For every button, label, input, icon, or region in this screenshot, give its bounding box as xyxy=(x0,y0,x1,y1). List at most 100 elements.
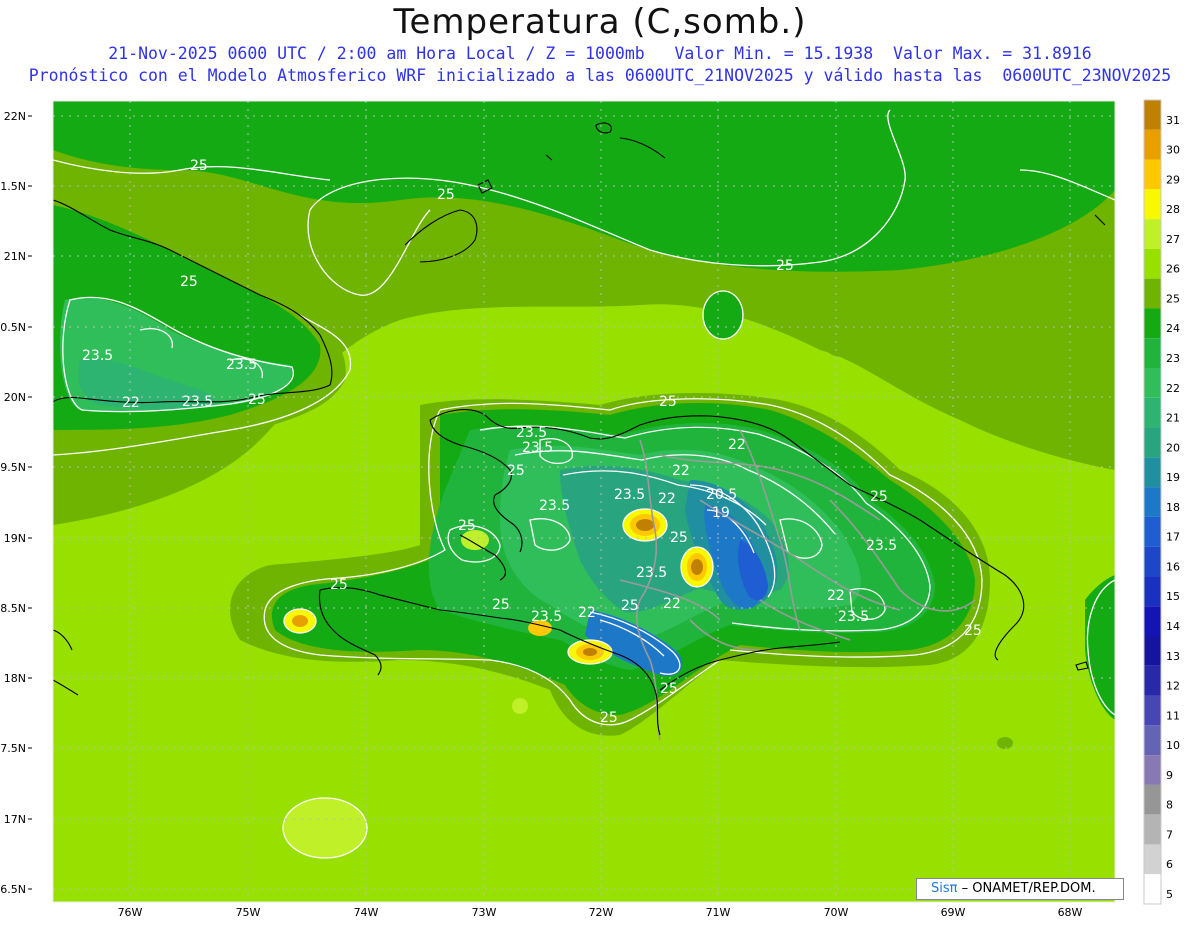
contour-label: 25 xyxy=(180,274,198,290)
contour-label: 25 xyxy=(507,463,525,479)
lat-label: 21.5N xyxy=(0,180,26,193)
lat-label: 19.5N xyxy=(0,461,26,474)
colorbar-label: 28 xyxy=(1166,203,1180,216)
colorbar-swatch xyxy=(1144,278,1161,309)
colorbar-label: 25 xyxy=(1166,292,1180,305)
contour-label: 23.5 xyxy=(614,487,645,503)
lat-label: 17.5N xyxy=(0,742,26,755)
contour-label: 25 xyxy=(492,597,510,613)
colorbar-label: 11 xyxy=(1166,709,1180,722)
lat-label: 18.5N xyxy=(0,602,26,615)
contour-label: 25 xyxy=(437,187,455,203)
contour-label: 22 xyxy=(578,605,596,621)
longitude-axis: 76W 75W 74W 73W 72W 71W 70W 69W 68W xyxy=(118,906,1083,919)
temperature-map: 25 25 25 25 25 23.5 23.5 22 23.5 25 25 2… xyxy=(0,99,1180,919)
colorbar-label: 26 xyxy=(1166,263,1180,276)
contour-label: 25 xyxy=(964,623,982,639)
lon-label: 74W xyxy=(354,906,379,919)
lon-label: 68W xyxy=(1058,906,1083,919)
colorbar-swatch xyxy=(1144,219,1161,249)
contour-label: 23.5 xyxy=(531,609,562,625)
lat-label: 16.5N xyxy=(0,883,26,896)
lon-label: 76W xyxy=(118,906,143,919)
colorbar-swatch xyxy=(1144,874,1161,904)
colorbar-swatch xyxy=(1144,100,1161,130)
colorbar-label: 22 xyxy=(1166,382,1180,395)
contour-label: 23.5 xyxy=(182,394,213,410)
colorbar-swatch xyxy=(1144,784,1161,815)
colorbar-swatch xyxy=(1144,308,1161,339)
colorbar-swatch xyxy=(1144,248,1161,279)
colorbar-swatch xyxy=(1144,665,1161,696)
colorbar-label: 18 xyxy=(1166,501,1180,514)
lon-label: 70W xyxy=(824,906,849,919)
colorbar-swatch xyxy=(1144,159,1161,190)
colorbar-label: 8 xyxy=(1166,799,1173,812)
colorbar-label: 14 xyxy=(1166,620,1180,633)
colorbar-swatch xyxy=(1144,606,1161,636)
colorbar-swatch xyxy=(1144,755,1161,785)
lon-label: 73W xyxy=(472,906,497,919)
colorbar-swatch xyxy=(1144,516,1161,547)
colorbar-swatch xyxy=(1144,427,1161,458)
colorbar-label: 27 xyxy=(1166,233,1180,246)
colorbar-legend: 31 30 29 28 27 26 25 24 23 22 21 20 19 18 17 16 15 14 13 12… xyxy=(1143,99,1180,905)
colorbar-swatch xyxy=(1144,338,1161,368)
colorbar-label: 9 xyxy=(1166,769,1173,782)
contour-label: 25 xyxy=(659,394,677,410)
credit-box: Sisπ – ONAMET/REP.DOM. xyxy=(916,878,1124,900)
contour-label: 23.5 xyxy=(838,609,869,625)
colorbar-swatch xyxy=(1144,576,1161,607)
contour-label: 25 xyxy=(190,158,208,174)
lat-label: 21N xyxy=(4,250,26,263)
lat-label: 17N xyxy=(4,813,26,826)
colorbar-swatch xyxy=(1144,814,1161,845)
colorbar-label: 13 xyxy=(1166,650,1180,663)
credit-text: – ONAMET/REP.DOM. xyxy=(957,881,1096,896)
contour-label: 23.5 xyxy=(516,425,547,441)
colorbar-label: 7 xyxy=(1166,828,1173,841)
contour-label: 22 xyxy=(663,596,681,612)
contour-label: 20.5 xyxy=(706,487,737,503)
contour-label: 22 xyxy=(672,463,690,479)
colorbar-label: 31 xyxy=(1166,114,1180,127)
colorbar-label: 16 xyxy=(1166,560,1180,573)
lon-label: 72W xyxy=(589,906,614,919)
colorbar-label: 29 xyxy=(1166,173,1180,186)
contour-label: 23.5 xyxy=(636,565,667,581)
contour-label: 22 xyxy=(658,491,676,507)
temperature-field: 25 25 25 25 25 23.5 23.5 22 23.5 25 25 2… xyxy=(53,101,1115,902)
colorbar-label: 6 xyxy=(1166,858,1173,871)
latitude-ticks xyxy=(28,115,32,890)
colorbar-label: 10 xyxy=(1166,739,1180,752)
contour-label: 25 xyxy=(458,518,476,534)
colorbar-swatch xyxy=(1144,487,1161,517)
colorbar-swatch xyxy=(1144,368,1161,398)
lat-label: 20N xyxy=(4,391,26,404)
colorbar-swatch xyxy=(1144,725,1161,756)
colorbar-swatch xyxy=(1144,189,1161,220)
colorbar-label: 15 xyxy=(1166,590,1180,603)
lat-label: 18N xyxy=(4,672,26,685)
lon-label: 75W xyxy=(236,906,261,919)
contour-label: 19 xyxy=(712,505,730,521)
colorbar-label: 24 xyxy=(1166,322,1180,335)
colorbar-label: 23 xyxy=(1166,352,1180,365)
colorbar-label: 12 xyxy=(1166,680,1180,693)
contour-label: 23.5 xyxy=(82,348,113,364)
contour-label: 25 xyxy=(600,710,618,726)
colorbar-swatch xyxy=(1144,129,1161,160)
contour-label: 25 xyxy=(776,258,794,274)
lon-label: 71W xyxy=(706,906,731,919)
lat-label: 20.5N xyxy=(0,321,26,334)
contour-label: 22 xyxy=(122,395,140,411)
contour-label: 25 xyxy=(870,489,888,505)
contour-label: 25 xyxy=(660,681,678,697)
contour-label: 23.5 xyxy=(226,357,257,373)
sispi-logo-text: Sisπ xyxy=(931,881,958,896)
lat-label: 19N xyxy=(4,532,26,545)
lat-label: 22N xyxy=(4,110,26,123)
lon-label: 69W xyxy=(941,906,966,919)
colorbar-label: 30 xyxy=(1166,144,1180,157)
latitude-axis: 22N 21.5N 21N 20.5N 20N 19.5N 19N 18.5N … xyxy=(0,110,26,896)
